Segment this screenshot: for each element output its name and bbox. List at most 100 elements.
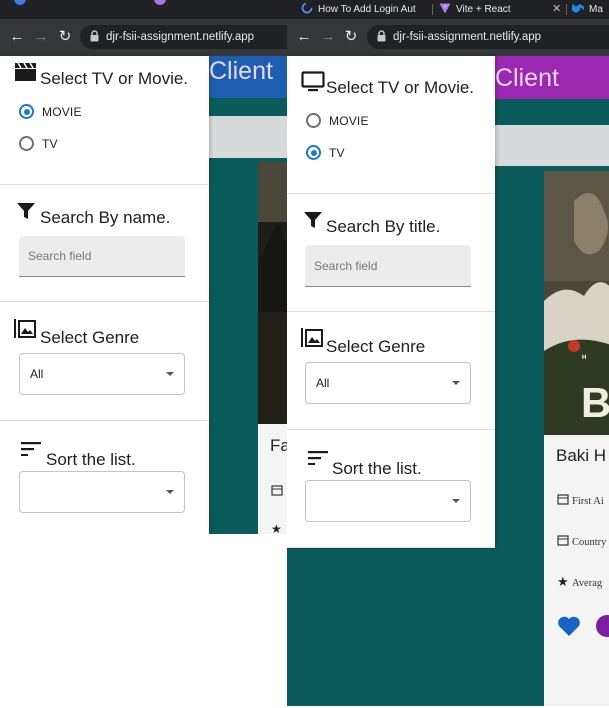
toolbar-strip [209, 116, 290, 158]
genre-section: Select Genre All [287, 312, 495, 429]
url-text: djr-fsii-assignment.netlify.app [106, 31, 255, 43]
loading-spinner-icon [301, 2, 313, 14]
search-section: Search By name. [0, 185, 209, 301]
tab-title: Ma [589, 4, 603, 15]
radio-label: TV [329, 146, 345, 160]
select-value: All [316, 376, 330, 390]
close-tab-icon[interactable]: ✕ [552, 0, 561, 19]
radio-label: MOVIE [329, 114, 369, 128]
address-bar[interactable]: djr-fsii-assignment.netlify.app [367, 25, 609, 49]
vite-logo-icon [439, 3, 451, 14]
dropdown-arrow-icon [166, 372, 174, 376]
poster-image: H B [544, 171, 609, 435]
reload-button[interactable]: ↻ [342, 28, 360, 46]
tab-partial[interactable] [154, 0, 264, 10]
star-icon: ★ [557, 574, 569, 589]
photo-library-icon [301, 328, 323, 347]
radio-label: MOVIE [42, 105, 82, 119]
type-section: Select TV or Movie. MOVIE TV [0, 56, 209, 184]
tab-title: Vite + React [456, 4, 511, 15]
tab-title: How To Add Login Aut [318, 4, 416, 15]
browser-window-left: ← → ↻ djr-fsii-assignment.netlify.app Cl… [0, 0, 290, 534]
media-card[interactable]: Fa ★ [258, 162, 290, 534]
tab-bar: How To Add Login Aut Vite + React ✕ Ma [287, 0, 609, 19]
back-button[interactable]: ← [8, 28, 26, 46]
app-title: Client [209, 57, 273, 85]
average-label: Averag [572, 578, 603, 589]
forward-button[interactable]: → [319, 28, 337, 46]
reload-button[interactable]: ↻ [56, 28, 74, 46]
poster-small-text: H [582, 355, 586, 361]
tv-icon [301, 71, 325, 92]
forward-button[interactable]: → [32, 28, 50, 46]
sort-icon [21, 442, 41, 456]
filter-icon [17, 203, 35, 219]
tab-vite-react[interactable]: Vite + React [439, 0, 547, 19]
movie-clapper-icon [15, 62, 36, 81]
address-bar[interactable]: djr-fsii-assignment.netlify.app [80, 25, 290, 49]
tab-bar [0, 0, 290, 19]
site-favicon-icon [14, 0, 26, 5]
browser-window-right: How To Add Login Aut Vite + React ✕ Ma ←… [287, 0, 609, 706]
calendar-icon [557, 494, 569, 505]
genre-select[interactable]: All [19, 353, 185, 395]
divider [287, 547, 495, 548]
search-input[interactable] [305, 245, 471, 286]
star-icon: ★ [271, 522, 282, 534]
section-title: Select Genre [40, 328, 140, 347]
country-label: Country [572, 537, 607, 548]
info-badge-icon[interactable] [596, 615, 609, 637]
url-text: djr-fsii-assignment.netlify.app [393, 31, 542, 43]
vite-favicon-icon [154, 0, 166, 5]
search-section: Search By title. [287, 194, 495, 311]
search-field[interactable] [19, 236, 185, 277]
toolbar-strip [495, 125, 609, 166]
sort-select[interactable] [305, 480, 471, 522]
search-field[interactable] [305, 245, 471, 287]
dropdown-arrow-icon [166, 490, 174, 494]
back-button[interactable]: ← [295, 28, 313, 46]
calendar-icon [271, 485, 283, 496]
media-card[interactable]: H B Baki H First Ai Country ★ Averag [544, 171, 609, 706]
section-title: Select TV or Movie. [326, 78, 475, 97]
radio-button[interactable] [306, 113, 321, 128]
genre-section: Select Genre All [0, 302, 209, 420]
radio-button-checked[interactable] [19, 104, 34, 119]
section-title: Sort the list. [46, 450, 136, 469]
section-title: Select TV or Movie. [40, 69, 189, 88]
section-title: Search By title. [326, 217, 441, 236]
tab-partial[interactable] [14, 0, 144, 10]
sort-section: Sort the list. [0, 421, 209, 534]
radio-button-checked[interactable] [306, 145, 321, 160]
sort-select[interactable] [19, 471, 185, 513]
filter-icon [304, 212, 322, 228]
tab-login-article[interactable]: How To Add Login Aut [301, 0, 431, 19]
filter-drawer: Select TV or Movie. MOVIE TV Search By n… [0, 56, 209, 534]
tab-separator [566, 4, 567, 15]
sort-section: Sort the list. [287, 430, 495, 547]
tab-material[interactable]: Ma [572, 0, 609, 19]
dropdown-arrow-icon [452, 499, 460, 503]
select-value: All [30, 367, 44, 381]
radio-label: TV [42, 137, 58, 151]
tab-separator [432, 4, 433, 15]
search-input[interactable] [19, 236, 185, 276]
browser-toolbar: ← → ↻ djr-fsii-assignment.netlify.app [287, 19, 609, 56]
lock-icon [90, 30, 99, 42]
section-title: Select Genre [326, 337, 426, 356]
radio-button[interactable] [19, 136, 34, 151]
dropdown-arrow-icon [452, 381, 460, 385]
calendar-icon [557, 535, 569, 546]
card-title: Baki H [556, 446, 607, 465]
browser-toolbar: ← → ↻ djr-fsii-assignment.netlify.app [0, 19, 290, 56]
type-section: Select TV or Movie. MOVIE TV [287, 56, 495, 193]
poster-big-letter: B [581, 379, 609, 426]
section-title: Search By name. [40, 208, 171, 227]
section-title: Sort the list. [332, 459, 422, 478]
sort-icon [308, 451, 328, 465]
favorite-heart-icon[interactable] [557, 615, 581, 637]
mui-logo-icon [572, 4, 584, 13]
lock-icon [377, 30, 386, 42]
photo-library-icon [14, 319, 36, 338]
genre-select[interactable]: All [305, 362, 471, 404]
